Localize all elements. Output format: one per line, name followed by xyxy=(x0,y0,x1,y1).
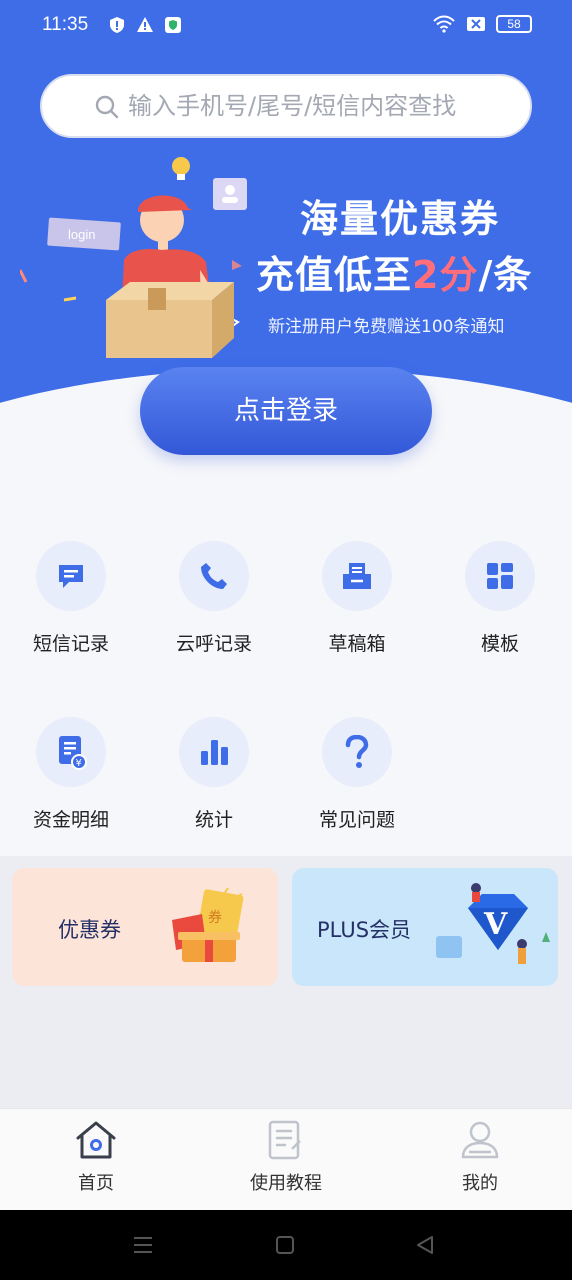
plus-card-label: PLUS会员 xyxy=(317,918,412,942)
home-icon xyxy=(76,1121,116,1159)
funds-icon: ¥ xyxy=(36,717,106,787)
drafts-icon xyxy=(322,541,392,611)
tab-label: 首页 xyxy=(78,1173,114,1194)
banner-subtitle-prefix: 充值低至 xyxy=(256,253,413,297)
banner-subtitle-highlight: 2分 xyxy=(412,253,479,297)
grid-item-statistics[interactable]: 统计 xyxy=(159,717,269,832)
banner-note: 新注册用户免费赠送100条通知 xyxy=(268,317,505,337)
grid-label: 资金明细 xyxy=(32,809,109,831)
status-bar: 11:35 58 xyxy=(0,0,572,52)
banner-subtitle-suffix: /条 xyxy=(478,253,533,297)
banner-title: 海量优惠券 xyxy=(300,197,501,241)
back-icon[interactable] xyxy=(414,1234,436,1256)
template-icon xyxy=(465,541,535,611)
shield-alert-icon xyxy=(110,17,124,33)
status-time: 11:35 xyxy=(42,14,89,35)
grid-item-faq[interactable]: 常见问题 xyxy=(302,717,412,832)
grid-label: 模板 xyxy=(480,633,519,655)
login-tag: login xyxy=(47,217,121,251)
status-system-icons: 58 xyxy=(432,15,532,33)
grid-label: 短信记录 xyxy=(32,633,109,655)
grid-item-drafts[interactable]: 草稿箱 xyxy=(302,541,412,656)
grid-label: 统计 xyxy=(194,809,233,831)
tab-label: 我的 xyxy=(462,1173,498,1194)
phone-icon xyxy=(179,541,249,611)
banner-subtitle: 充值低至2分/条 xyxy=(256,244,532,299)
login-tag-text: login xyxy=(68,227,95,242)
tab-tutorial[interactable]: 使用教程 xyxy=(226,1119,346,1195)
grid-item-templates[interactable]: 模板 xyxy=(445,541,555,656)
search-input[interactable] xyxy=(128,92,508,120)
plus-membership-card[interactable]: PLUS会员 V xyxy=(292,868,558,986)
tab-label: 使用教程 xyxy=(250,1173,322,1194)
security-app-icon xyxy=(165,17,181,33)
grid-label: 草稿箱 xyxy=(328,633,386,655)
search-icon xyxy=(95,95,119,119)
menu-icon[interactable] xyxy=(132,1234,154,1256)
grid-label: 常见问题 xyxy=(318,809,395,831)
home-nav-icon[interactable] xyxy=(274,1234,296,1256)
coupon-card[interactable]: 优惠券 券 xyxy=(12,868,278,986)
coupon-badge-text: 券 xyxy=(208,910,222,926)
grid-label: 云呼记录 xyxy=(175,633,252,655)
warning-icon xyxy=(137,17,153,32)
grid-item-sms-records[interactable]: 短信记录 xyxy=(16,541,126,656)
vip-badge-icon: V xyxy=(436,883,550,964)
status-notification-icons xyxy=(108,16,182,34)
tab-profile[interactable]: 我的 xyxy=(420,1119,540,1195)
sms-icon xyxy=(36,541,106,611)
sim-off-icon xyxy=(467,17,485,31)
svg-text:¥: ¥ xyxy=(76,758,82,769)
gift-coupon-icon: 券 xyxy=(172,888,244,962)
coupon-card-label: 优惠券 xyxy=(58,918,121,942)
grid-item-funds-detail[interactable]: ¥ 资金明细 xyxy=(16,717,126,832)
battery-indicator: 58 xyxy=(496,15,532,33)
vip-badge-text: V xyxy=(483,907,508,942)
tab-home[interactable]: 首页 xyxy=(36,1119,156,1195)
tutorial-icon xyxy=(268,1120,301,1160)
grid-item-call-records[interactable]: 云呼记录 xyxy=(159,541,269,656)
system-navigation-bar xyxy=(0,1210,572,1280)
stats-icon xyxy=(179,717,249,787)
hero-banner: 11:35 58 login xyxy=(0,0,572,410)
delivery-person-illustration: login xyxy=(20,157,247,358)
search-box[interactable] xyxy=(40,74,532,138)
wifi-icon xyxy=(433,15,455,33)
login-button[interactable]: 点击登录 xyxy=(140,367,432,455)
bottom-tab-bar: 首页 使用教程 我的 xyxy=(0,1108,572,1210)
profile-icon xyxy=(461,1121,499,1159)
faq-icon xyxy=(322,717,392,787)
